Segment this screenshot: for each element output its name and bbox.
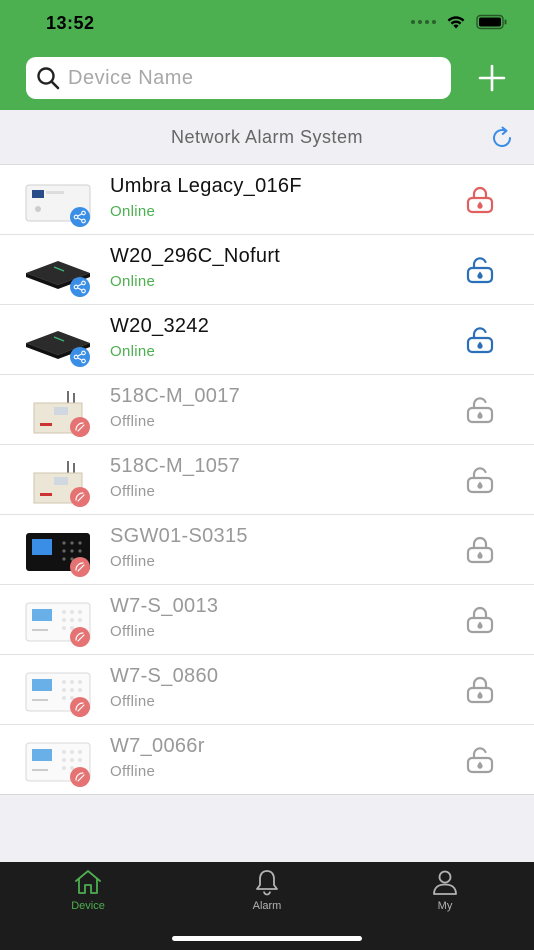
status-badge-icon (70, 557, 90, 577)
device-name: SGW01-S0315 (110, 525, 248, 547)
device-row[interactable]: SGW01-S0315 Offline (0, 515, 534, 585)
search-input[interactable] (68, 66, 408, 90)
device-row[interactable]: 518C-M_0017 Offline (0, 375, 534, 445)
tab-my[interactable]: My (385, 868, 505, 912)
device-status: Offline (110, 623, 156, 640)
device-status: Offline (110, 483, 156, 500)
status-badge-icon (70, 627, 90, 647)
home-icon (75, 870, 101, 894)
device-list: Umbra Legacy_016F Online W20_296C_Nofurt On… (0, 165, 534, 795)
status-badge-icon (70, 417, 90, 437)
home-indicator (172, 936, 362, 941)
device-name: W7-S_0860 (110, 665, 219, 687)
lock-open-gray-icon[interactable] (464, 745, 496, 777)
lock-closed-gray-icon[interactable] (464, 535, 496, 567)
share-badge-icon (70, 277, 90, 297)
person-icon (433, 870, 457, 895)
lock-closed-red-icon[interactable] (464, 185, 496, 217)
device-row[interactable]: Umbra Legacy_016F Online (0, 165, 534, 235)
subheader: Network Alarm System (0, 110, 534, 165)
device-status: Offline (110, 763, 156, 780)
search-box[interactable] (26, 57, 451, 99)
status-bar: 13:52 (0, 0, 534, 46)
cellular-signal-icon (411, 20, 436, 24)
device-name: W7_0066r (110, 735, 205, 757)
subheader-title: Network Alarm System (170, 127, 364, 147)
device-name: 518C-M_0017 (110, 385, 241, 407)
device-row[interactable]: W7-S_0013 Offline (0, 585, 534, 655)
status-badge-icon (70, 697, 90, 717)
tab-alarm[interactable]: Alarm (207, 868, 327, 912)
device-row[interactable]: W7_0066r Offline (0, 725, 534, 795)
device-name: 518C-M_1057 (110, 455, 241, 477)
tab-device[interactable]: Device (28, 868, 148, 912)
add-device-button[interactable] (474, 60, 510, 96)
device-status: Online (110, 273, 156, 290)
app-header: 13:52 (0, 0, 534, 110)
device-row[interactable]: W20_296C_Nofurt Online (0, 235, 534, 305)
device-row[interactable]: W7-S_0860 Offline (0, 655, 534, 725)
lock-closed-gray-icon[interactable] (464, 605, 496, 637)
status-time: 13:52 (46, 13, 95, 33)
device-status: Online (110, 343, 156, 360)
device-status: Online (110, 203, 156, 220)
lock-open-blue-icon[interactable] (464, 325, 496, 357)
refresh-icon[interactable] (488, 124, 516, 152)
status-badge-icon (70, 767, 90, 787)
device-name: Umbra Legacy_016F (110, 175, 302, 197)
battery-icon (476, 14, 507, 30)
device-name: W7-S_0013 (110, 595, 219, 617)
device-status: Offline (110, 413, 156, 430)
status-icons (411, 14, 508, 30)
wifi-icon (447, 16, 465, 29)
tab-my-label: My (437, 900, 453, 912)
device-row[interactable]: W20_3242 Online (0, 305, 534, 375)
device-status: Offline (110, 553, 156, 570)
lock-closed-gray-icon[interactable] (464, 675, 496, 707)
device-name: W20_296C_Nofurt (110, 245, 281, 267)
tab-alarm-label: Alarm (252, 900, 282, 912)
device-status: Offline (110, 693, 156, 710)
status-badge-icon (70, 487, 90, 507)
search-icon (37, 67, 60, 90)
share-badge-icon (70, 347, 90, 367)
lock-open-gray-icon[interactable] (464, 395, 496, 427)
lock-open-gray-icon[interactable] (464, 465, 496, 497)
lock-open-blue-icon[interactable] (464, 255, 496, 287)
bell-icon (256, 870, 278, 896)
share-badge-icon (70, 207, 90, 227)
device-name: W20_3242 (110, 315, 210, 337)
device-row[interactable]: 518C-M_1057 Offline (0, 445, 534, 515)
tab-device-label: Device (71, 900, 105, 912)
